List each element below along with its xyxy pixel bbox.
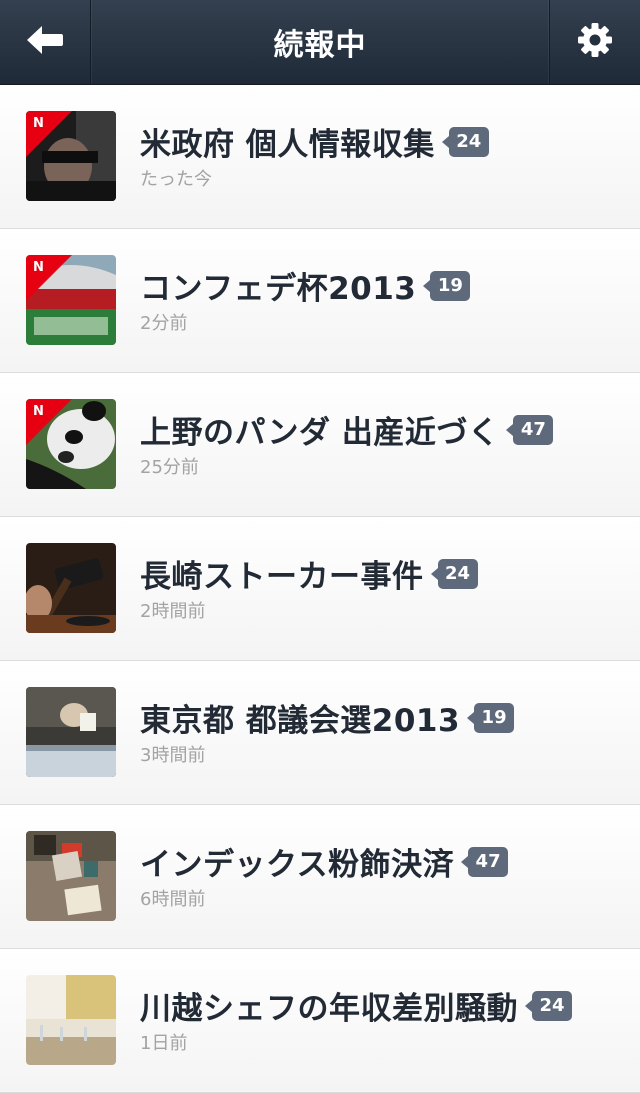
- timestamp: たった今: [140, 169, 212, 190]
- count-badge: 47: [461, 846, 509, 877]
- timestamp: 1日前: [140, 1033, 188, 1054]
- list-item[interactable]: 長崎ストーカー事件 24 2時間前: [0, 517, 640, 661]
- new-label: N: [33, 116, 44, 131]
- new-label: N: [33, 404, 44, 419]
- settings-button[interactable]: [549, 0, 640, 84]
- headline-title: 上野のパンダ 出産近づく: [140, 415, 500, 451]
- list-item[interactable]: インデックス粉飾決済 47 6時間前: [0, 805, 640, 949]
- back-arrow-icon: [25, 24, 65, 60]
- page-title: 続報中: [273, 28, 367, 63]
- thumbnail-image: [26, 975, 116, 1065]
- count-badge: 47: [506, 414, 554, 445]
- gear-icon: [577, 22, 613, 62]
- timestamp: 3時間前: [140, 745, 206, 766]
- headline-title: 東京都 都議会選2013: [140, 703, 461, 739]
- timestamp: 2分前: [140, 313, 188, 334]
- thumbnail-image: N: [26, 399, 116, 489]
- timestamp: 25分前: [140, 457, 199, 478]
- count-badge: 19: [467, 702, 515, 733]
- news-list: N 米政府 個人情報収集 24 たった今 N コンフェデ杯2013 19 2分前…: [0, 85, 640, 1093]
- count-badge: 24: [430, 558, 478, 589]
- list-item[interactable]: N 上野のパンダ 出産近づく 47 25分前: [0, 373, 640, 517]
- back-button[interactable]: [0, 0, 91, 84]
- headline-title: インデックス粉飾決済: [140, 847, 455, 883]
- new-label: N: [33, 260, 44, 275]
- count-badge: 24: [525, 990, 572, 1021]
- thumbnail-image: [26, 831, 116, 921]
- count-badge: 19: [423, 270, 471, 301]
- thumbnail-image: [26, 543, 116, 633]
- list-item[interactable]: N 米政府 個人情報収集 24 たった今: [0, 85, 640, 229]
- headline-title: 長崎ストーカー事件: [140, 559, 424, 595]
- count-badge: 24: [441, 126, 489, 157]
- list-item[interactable]: 東京都 都議会選2013 19 3時間前: [0, 661, 640, 805]
- navigation-bar: 続報中: [0, 0, 640, 85]
- thumbnail-image: N: [26, 255, 116, 345]
- list-item[interactable]: N コンフェデ杯2013 19 2分前: [0, 229, 640, 373]
- headline-title: コンフェデ杯2013: [140, 271, 417, 307]
- headline-title: 川越シェフの年収差別騒動: [140, 991, 518, 1027]
- thumbnail-image: [26, 687, 116, 777]
- timestamp: 2時間前: [140, 601, 206, 622]
- headline-title: 米政府 個人情報収集: [140, 127, 435, 163]
- thumbnail-image: N: [26, 111, 116, 201]
- timestamp: 6時間前: [140, 889, 206, 910]
- list-item[interactable]: 川越シェフの年収差別騒動 24 1日前: [0, 949, 640, 1093]
